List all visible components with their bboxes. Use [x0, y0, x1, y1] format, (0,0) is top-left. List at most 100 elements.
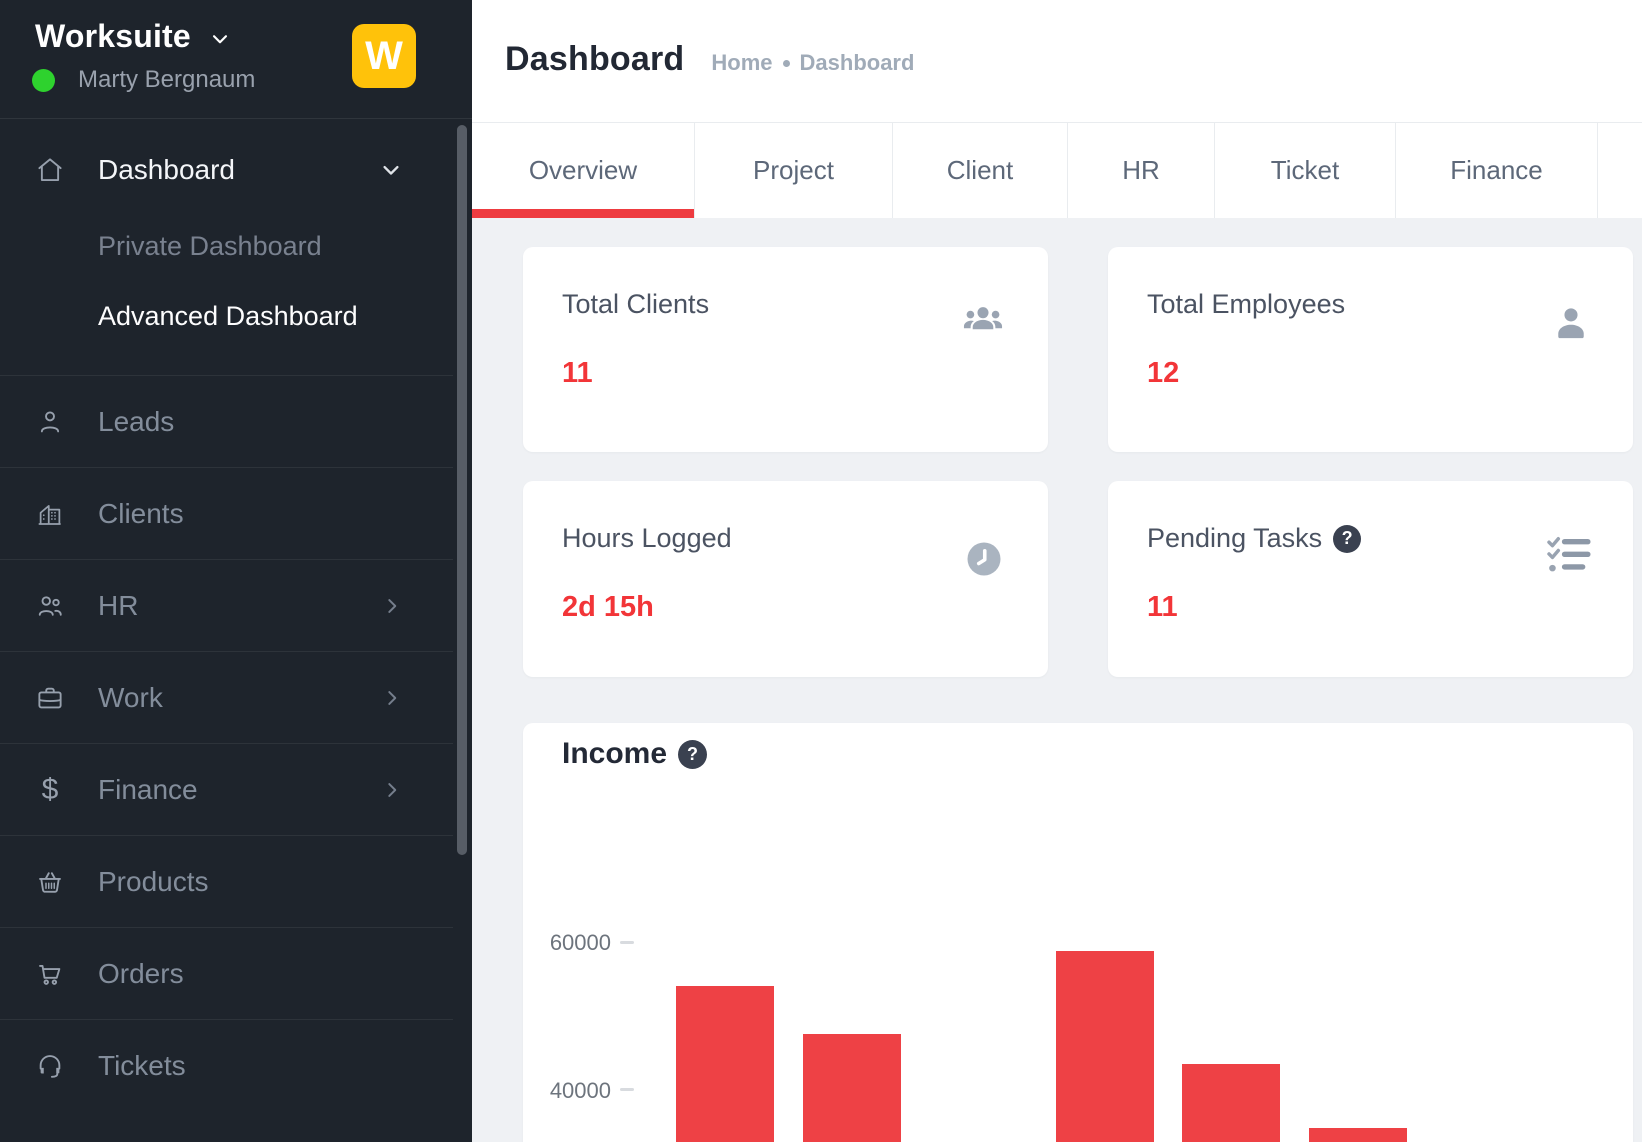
brand-header: Worksuite Marty Bergnaum W	[0, 0, 472, 118]
checklist-icon	[1545, 536, 1591, 574]
chevron-down-icon	[377, 156, 405, 184]
y-axis-tick-label: 60000	[531, 930, 611, 956]
building-icon	[35, 499, 65, 529]
stat-card-value: 11	[562, 357, 593, 390]
sidebar-subitem-private-dashboard[interactable]: Private Dashboard	[0, 211, 453, 281]
sidebar-group-dashboard: Dashboard Private Dashboard Advanced Dashb…	[0, 119, 453, 375]
stat-card-title-text: Pending Tasks	[1147, 523, 1322, 554]
breadcrumb: Home Dashboard	[711, 50, 914, 76]
sidebar-subitem-advanced-dashboard[interactable]: Advanced Dashboard	[0, 281, 453, 351]
group-icon	[960, 302, 1006, 342]
stat-card-title-text: Total Clients	[562, 289, 709, 320]
stat-card-title: Total Employees	[1147, 289, 1345, 320]
sidebar-item-finance[interactable]: $ Finance	[0, 743, 453, 835]
income-bar[interactable]	[1056, 951, 1154, 1142]
briefcase-icon	[35, 683, 65, 713]
tab-label: HR	[1122, 155, 1160, 186]
chevron-down-icon[interactable]	[207, 26, 233, 52]
active-tab-underline	[472, 209, 694, 218]
people-icon	[35, 591, 65, 621]
home-icon	[35, 155, 65, 185]
stat-card-total-employees: Total Employees 12	[1108, 247, 1633, 452]
sidebar-item-label: Clients	[98, 498, 184, 530]
income-title: Income	[562, 737, 667, 771]
income-bar[interactable]	[1309, 1128, 1407, 1142]
sidebar-item-label: HR	[98, 590, 138, 622]
sidebar-item-tickets[interactable]: Tickets	[0, 1019, 453, 1111]
user-icon	[35, 407, 65, 437]
stat-card-value: 2d 15h	[562, 591, 654, 624]
brand-logo[interactable]: W	[352, 24, 416, 88]
tab-project[interactable]: Project	[695, 123, 893, 218]
person-icon	[1551, 302, 1591, 346]
sidebar-item-orders[interactable]: Orders	[0, 927, 453, 1019]
user-name: Marty Bergnaum	[78, 66, 255, 94]
tab-label: Ticket	[1271, 155, 1339, 186]
sidebar-item-label: Finance	[98, 774, 198, 806]
stat-card-total-clients: Total Clients 11	[523, 247, 1048, 452]
sidebar-item-clients[interactable]: Clients	[0, 467, 453, 559]
y-axis-tick-mark	[620, 1088, 634, 1091]
tab-ticket[interactable]: Ticket	[1215, 123, 1396, 218]
income-bar[interactable]	[1182, 1064, 1280, 1142]
sidebar-item-label: Work	[98, 682, 163, 714]
y-axis-tick-mark	[620, 941, 634, 944]
income-bar[interactable]	[676, 986, 774, 1142]
tab-hr[interactable]: HR	[1068, 123, 1215, 218]
sidebar-menu: Dashboard Private Dashboard Advanced Dashb…	[0, 119, 453, 1111]
sidebar-item-label: Dashboard	[98, 154, 235, 186]
sidebar-item-hr[interactable]: HR	[0, 559, 453, 651]
sidebar-item-work[interactable]: Work	[0, 651, 453, 743]
stat-card-value: 11	[1147, 591, 1178, 624]
income-title-row: Income ?	[562, 737, 707, 771]
income-bar[interactable]	[803, 1034, 901, 1142]
tab-label: Finance	[1450, 155, 1543, 186]
brand-name[interactable]: Worksuite	[35, 18, 191, 55]
y-axis-tick-label: 40000	[531, 1078, 611, 1104]
tab-label: Project	[753, 155, 834, 186]
tab-overflow-area	[1598, 123, 1642, 218]
stat-card-title: Pending Tasks?	[1147, 523, 1361, 554]
stat-card-title-text: Hours Logged	[562, 523, 732, 554]
tab-overview[interactable]: Overview	[472, 123, 695, 218]
help-icon[interactable]: ?	[678, 740, 707, 769]
breadcrumb-separator-dot	[783, 60, 790, 67]
brand-logo-letter: W	[365, 34, 403, 79]
online-status-dot	[32, 69, 55, 92]
breadcrumb-home[interactable]: Home	[711, 50, 772, 76]
sidebar: Worksuite Marty Bergnaum W Dashboard Priv…	[0, 0, 472, 1142]
app-window: Worksuite Marty Bergnaum W Dashboard Priv…	[0, 0, 1642, 1142]
dashboard-content: Total Clients 11 Total Employees 12 Hours Lo…	[472, 218, 1642, 1142]
stat-card-value: 12	[1147, 357, 1179, 390]
main-area: Dashboard Home Dashboard Overview Project…	[472, 0, 1642, 1142]
sidebar-scrollbar-thumb[interactable]	[457, 125, 467, 855]
sidebar-item-label: Leads	[98, 406, 174, 438]
sidebar-item-leads[interactable]: Leads	[0, 375, 453, 467]
tab-label: Client	[947, 155, 1013, 186]
stat-card-title: Hours Logged	[562, 523, 732, 554]
tab-bar: Overview Project Client HR Ticket Finance	[472, 122, 1642, 218]
sidebar-item-label: Orders	[98, 958, 184, 990]
headset-icon	[35, 1051, 65, 1081]
stat-card-title-text: Total Employees	[1147, 289, 1345, 320]
page-header: Dashboard Home Dashboard	[472, 0, 1642, 122]
cart-icon	[35, 959, 65, 989]
chevron-right-icon	[379, 777, 405, 803]
page-title: Dashboard	[505, 40, 684, 79]
tab-client[interactable]: Client	[893, 123, 1068, 218]
tab-finance[interactable]: Finance	[1396, 123, 1598, 218]
breadcrumb-current: Dashboard	[800, 50, 915, 76]
dollar-icon: $	[35, 775, 65, 805]
stat-card-title: Total Clients	[562, 289, 709, 320]
sidebar-subitem-label: Advanced Dashboard	[98, 301, 358, 332]
sidebar-item-products[interactable]: Products	[0, 835, 453, 927]
stat-card-hours-logged: Hours Logged 2d 15h	[523, 481, 1048, 677]
help-icon[interactable]: ?	[1333, 525, 1361, 553]
stat-card-pending-tasks: Pending Tasks? 11	[1108, 481, 1633, 677]
chevron-right-icon	[379, 593, 405, 619]
clock-icon	[966, 541, 1002, 577]
sidebar-item-label: Tickets	[98, 1050, 186, 1082]
income-card: 60000 40000 Income ?	[523, 723, 1633, 1142]
sidebar-item-dashboard[interactable]: Dashboard	[0, 129, 453, 211]
income-bar-chart: 60000 40000	[523, 723, 1633, 1142]
